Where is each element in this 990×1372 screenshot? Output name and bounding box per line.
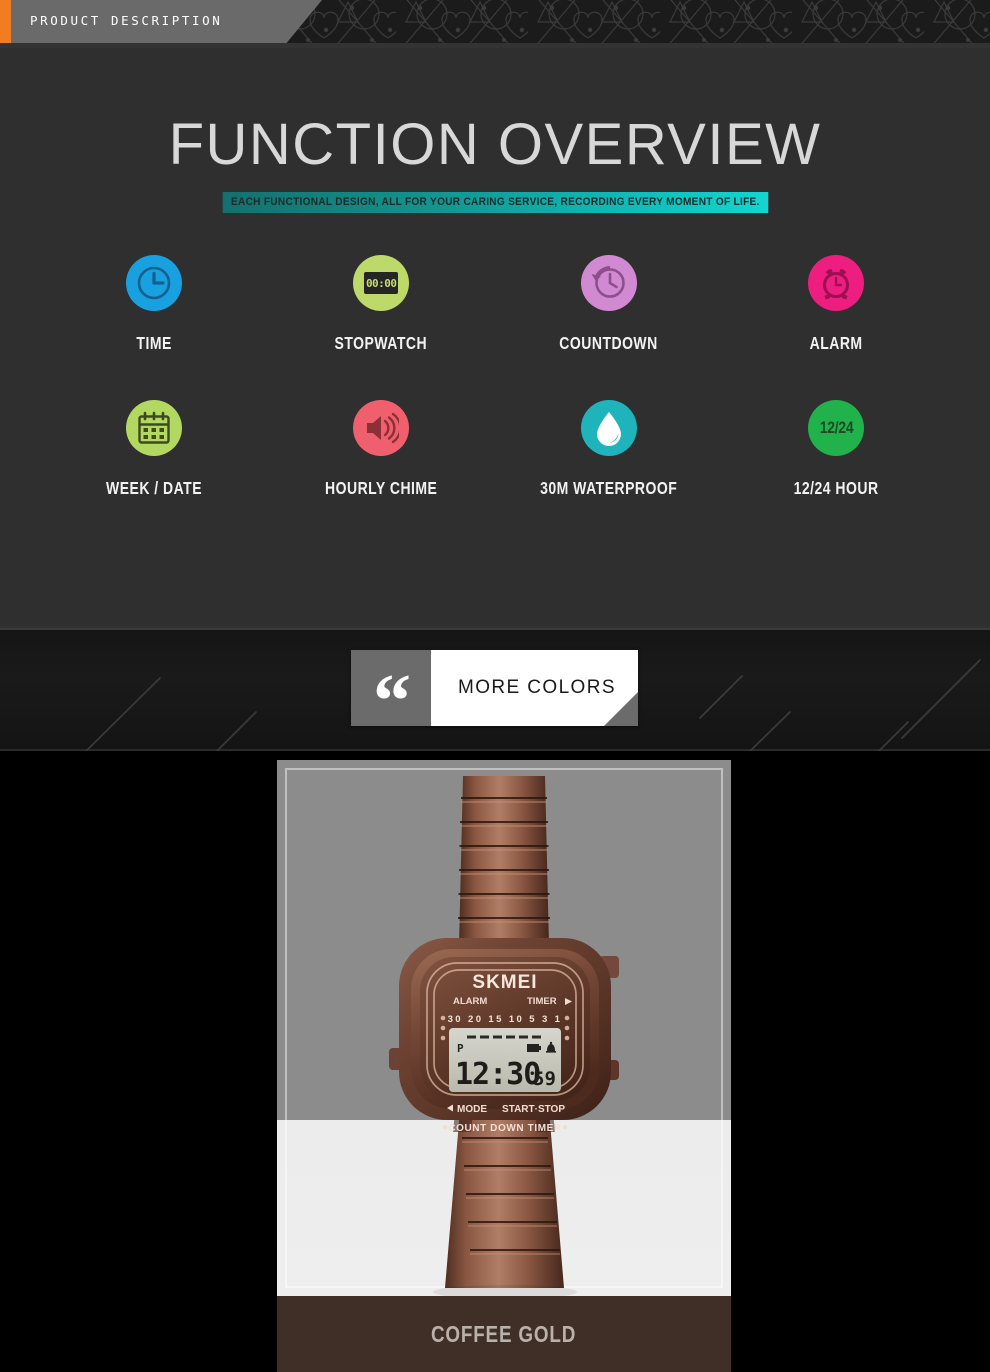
more-colors-banner[interactable]: “ MORE COLORS	[351, 650, 638, 739]
feature-grid: TIME 00:00 STOPWATCH COUNTDOWN ALARM WEE…	[0, 255, 990, 545]
product-photo[interactable]: SKMEI ALARM TIMER 30 20 15 10 5 3 1 P 12…	[277, 760, 731, 1296]
lcd-time-value: 12:30	[455, 1057, 540, 1092]
feature-item-countdown: COUNTDOWN	[495, 255, 723, 400]
watch-band-lower	[445, 1110, 564, 1288]
clock-icon	[125, 255, 182, 311]
feature-item-alarm: ALARM	[723, 255, 951, 400]
feature-label: TIME	[136, 333, 172, 353]
watch-image: SKMEI ALARM TIMER 30 20 15 10 5 3 1 P 12…	[277, 760, 731, 1296]
product-showcase-section: SKMEI ALARM TIMER 30 20 15 10 5 3 1 P 12…	[0, 751, 990, 1372]
calendar-icon	[125, 400, 182, 456]
watch-brand-text: SKMEI	[472, 972, 537, 993]
watch-band-upper	[458, 776, 550, 946]
watch-mode-label: MODE	[457, 1104, 487, 1115]
lcd-meridiem-indicator: P	[457, 1042, 464, 1055]
stopwatch-display: 00:00	[364, 272, 399, 294]
watch-illustration-svg: SKMEI ALARM TIMER 30 20 15 10 5 3 1 P 12…	[389, 776, 619, 1296]
feature-item-time: TIME	[40, 255, 268, 400]
alarm-clock-icon	[808, 255, 865, 311]
lcd-seconds-value: 59	[533, 1068, 556, 1090]
feature-item-12-24-hour: 12/24 12/24 HOUR	[723, 400, 951, 545]
subtitle-wrapper: EACH FUNCTIONAL DESIGN, ALL FOR YOUR CAR…	[0, 192, 990, 213]
product-description-page: PRODUCT DESCRIPTION FUNCTION OVERVIEW EA…	[0, 0, 990, 1372]
twelve-24-icon: 12/24	[808, 400, 865, 456]
color-name-bar: COFFEE GOLD	[277, 1296, 731, 1372]
top-bar: PRODUCT DESCRIPTION	[0, 0, 990, 48]
lcd-battery-icon	[527, 1044, 541, 1052]
orange-accent-bar	[0, 0, 11, 43]
feature-label: ALARM	[809, 333, 863, 353]
feature-label: STOPWATCH	[335, 333, 428, 353]
feature-item-week-date: WEEK / DATE	[40, 400, 268, 545]
more-colors-body: MORE COLORS	[431, 650, 638, 726]
watch-scale-marks: 30 20 15 10 5 3 1	[448, 1014, 563, 1025]
feature-label: 30M WATERPROOF	[540, 478, 678, 498]
watch-alarm-label: ALARM	[453, 996, 487, 1007]
feature-item-stopwatch: 00:00 STOPWATCH	[268, 255, 496, 400]
watch-timer-label: TIMER	[527, 996, 557, 1007]
watch-footer-label: COUNT DOWN TIMER	[448, 1123, 562, 1134]
feature-label: 12/24 HOUR	[793, 478, 879, 498]
feature-label: COUNTDOWN	[559, 333, 658, 353]
footer-dot-right-icon	[562, 1124, 568, 1130]
feature-label: HOURLY CHIME	[325, 478, 438, 498]
quote-block: “	[351, 650, 431, 739]
feature-item-waterproof: 30M WATERPROOF	[495, 400, 723, 545]
function-overview-section: FUNCTION OVERVIEW EACH FUNCTIONAL DESIGN…	[0, 48, 990, 628]
water-drop-icon	[580, 400, 637, 456]
twelve-24-text: 12/24	[819, 418, 854, 437]
feature-label: WEEK / DATE	[105, 478, 202, 498]
color-name-label: COFFEE GOLD	[431, 1320, 577, 1347]
speaker-icon	[353, 400, 410, 456]
countdown-clock-icon	[580, 255, 637, 311]
feature-item-hourly-chime: HOURLY CHIME	[268, 400, 496, 545]
corner-fold-icon	[604, 692, 638, 726]
digital-timer-icon: 00:00	[353, 255, 410, 311]
watch-startstop-label: START·STOP	[502, 1104, 565, 1115]
more-colors-label: MORE COLORS	[458, 677, 616, 698]
footer-dot-left-icon	[442, 1124, 448, 1130]
product-description-tab-label: PRODUCT DESCRIPTION	[30, 13, 223, 28]
section-title: FUNCTION OVERVIEW	[168, 112, 822, 177]
section-subtitle: EACH FUNCTIONAL DESIGN, ALL FOR YOUR CAR…	[222, 192, 768, 213]
